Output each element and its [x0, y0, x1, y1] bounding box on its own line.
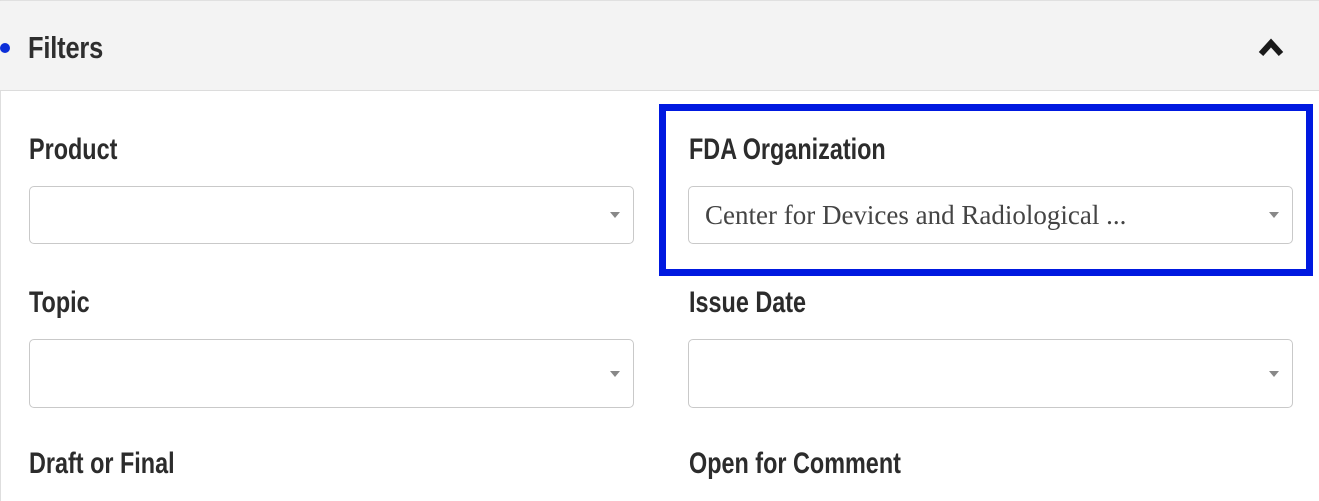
caret-down-icon	[610, 212, 620, 218]
topic-label: Topic	[29, 286, 90, 319]
caret-down-icon	[610, 370, 620, 377]
topic-select[interactable]	[29, 339, 634, 408]
open-for-comment-label: Open for Comment	[689, 447, 901, 480]
fda-organization-select-value: Center for Devices and Radiological ...	[705, 199, 1127, 230]
product-label: Product	[29, 133, 118, 166]
focus-indicator-dot	[0, 43, 10, 53]
issue-date-select[interactable]	[688, 339, 1293, 408]
product-select[interactable]	[29, 186, 634, 244]
fda-organization-select[interactable]: Center for Devices and Radiological ...	[688, 186, 1293, 244]
draft-or-final-label: Draft or Final	[29, 447, 175, 480]
caret-down-icon	[1269, 370, 1279, 377]
filters-panel: Filters Product FDA Organization Center …	[0, 0, 1319, 501]
filters-header[interactable]: Filters	[0, 1, 1319, 91]
fda-organization-label: FDA Organization	[689, 133, 886, 166]
issue-date-label: Issue Date	[689, 286, 807, 319]
caret-down-icon	[1269, 212, 1279, 218]
chevron-up-icon[interactable]	[1256, 33, 1286, 61]
filters-title: Filters	[28, 30, 104, 65]
